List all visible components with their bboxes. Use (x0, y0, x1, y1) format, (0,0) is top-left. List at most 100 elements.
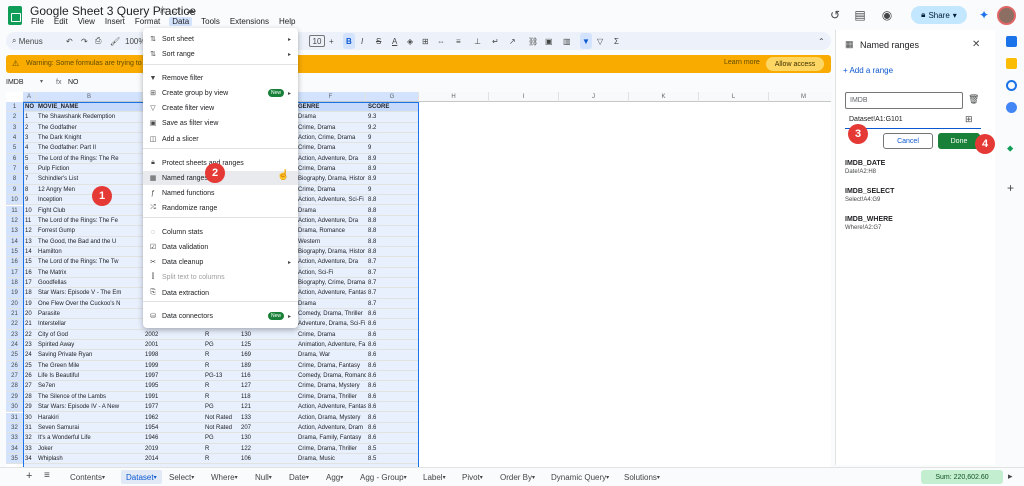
calendar-icon[interactable] (1006, 36, 1017, 47)
link-icon[interactable]: ⛓︎ (528, 33, 538, 49)
search-menus-button[interactable]: ⌕ Menus (12, 33, 43, 49)
column-header-m[interactable]: M (769, 92, 831, 102)
row-header[interactable]: 20 (6, 298, 23, 309)
rotate-icon[interactable]: ↗ (509, 33, 516, 49)
tasks-icon[interactable] (1006, 80, 1017, 91)
chart-icon[interactable]: ▥ (563, 33, 571, 49)
row-header[interactable]: 10 (6, 195, 23, 206)
done-button[interactable]: Done (938, 133, 980, 149)
keep-icon[interactable] (1006, 58, 1017, 69)
tab-select[interactable]: Select ▾ (169, 470, 194, 484)
menu-item-column-stats[interactable]: ◌ Column stats (143, 225, 298, 239)
column-header-j[interactable]: J (559, 92, 629, 102)
share-button[interactable]: 🔒︎ Share ▾ (911, 6, 967, 24)
tab-null[interactable]: Null ▾ (255, 470, 272, 484)
row-header[interactable]: 15 (6, 246, 23, 258)
valign-icon[interactable]: ⊥ (474, 33, 481, 49)
menu-item-randomize-range[interactable]: ⤮ Randomize range (143, 201, 298, 215)
tab-where[interactable]: Where ▾ (211, 470, 238, 484)
row-header[interactable]: 14 (6, 236, 23, 247)
all-sheets-icon[interactable]: ≡ (44, 470, 50, 481)
menu-insert[interactable]: Insert (104, 17, 126, 26)
range-name-input[interactable]: IMDB (845, 92, 963, 109)
row-header[interactable]: 25 (6, 350, 23, 361)
named-range-name[interactable]: IMDB_SELECT (845, 188, 894, 195)
menu-data[interactable]: Data (169, 17, 193, 26)
maps-icon[interactable]: ⬥ (1007, 143, 1013, 154)
tab-label[interactable]: Label ▾ (423, 470, 446, 484)
functions-icon[interactable]: Σ (614, 33, 619, 49)
sum-indicator[interactable]: Sum: 220,602.60 (921, 470, 1003, 484)
cloud-status-icon[interactable]: ☁ (186, 5, 195, 16)
add-sheet-icon[interactable]: + (26, 470, 32, 482)
sheets-logo-icon[interactable] (8, 6, 22, 25)
merge-icon[interactable]: ⇔ (437, 33, 445, 49)
tab-dynamic-query[interactable]: Dynamic Query ▾ (551, 470, 609, 484)
undo-icon[interactable]: ↶ (66, 33, 73, 49)
redo-icon[interactable]: ↷ (81, 33, 88, 49)
row-header[interactable]: 23 (6, 329, 23, 341)
font-size-input[interactable]: 10 (309, 35, 325, 47)
menu-file[interactable]: File (30, 17, 45, 26)
spreadsheet-grid[interactable]: ABCDEFGHIJKLMN1NOMOVIE_NAMEGENRESCORE21T… (6, 92, 831, 467)
row-header[interactable]: 4 (6, 133, 23, 144)
row-header[interactable]: 13 (6, 226, 23, 237)
tab-contents[interactable]: Contents ▾ (70, 470, 105, 484)
menu-item-add-a-slicer[interactable]: ◫ Add a slicer (143, 132, 298, 146)
row-header[interactable]: 6 (6, 153, 23, 165)
row-header[interactable]: 2 (6, 112, 23, 123)
tab-agg-group[interactable]: Agg - Group ▾ (360, 470, 407, 484)
named-range-name[interactable]: IMDB_DATE (845, 160, 885, 167)
collapse-toolbar-icon[interactable]: ⌃ (818, 33, 825, 49)
row-header[interactable]: 19 (6, 288, 23, 299)
row-header[interactable]: 32 (6, 422, 23, 434)
row-header[interactable]: 28 (6, 381, 23, 392)
menu-item-named-functions[interactable]: ƒ Named functions (143, 186, 298, 200)
add-icon[interactable]: + (1007, 181, 1014, 195)
row-header[interactable]: 31 (6, 412, 23, 423)
menu-extensions[interactable]: Extensions (229, 17, 270, 26)
menu-tools[interactable]: Tools (200, 17, 221, 26)
row-header[interactable]: 8 (6, 174, 23, 185)
comment-icon[interactable]: ▤ (853, 8, 867, 22)
add-comment-icon[interactable]: ▣ (545, 33, 553, 49)
tab-solutions[interactable]: Solutions ▾ (624, 470, 660, 484)
menu-item-data-extraction[interactable]: ⎘ Data extraction (143, 286, 298, 300)
row-header[interactable]: 30 (6, 402, 23, 413)
tab-pivot[interactable]: Pivot ▾ (462, 470, 483, 484)
row-header[interactable]: 24 (6, 340, 23, 351)
named-range-name[interactable]: IMDB_WHERE (845, 216, 893, 223)
wrap-icon[interactable]: ↵ (492, 33, 499, 49)
row-header[interactable]: 11 (6, 205, 23, 216)
row-header[interactable]: 22 (6, 319, 23, 330)
allow-access-button[interactable]: Allow access (766, 57, 824, 71)
menu-item-remove-filter[interactable]: ▼ Remove filter (143, 71, 298, 85)
tab-date[interactable]: Date ▾ (289, 470, 309, 484)
tab-agg[interactable]: Agg ▾ (326, 470, 343, 484)
row-header[interactable]: 7 (6, 164, 23, 175)
formula-input[interactable]: NO (68, 79, 79, 86)
paint-format-icon[interactable]: 🖌︎ (110, 33, 120, 49)
row-header[interactable]: 35 (6, 453, 23, 465)
menu-item-data-connectors[interactable]: ⛁ Data connectors New ▸ (143, 309, 298, 323)
chevron-down-icon[interactable]: ▾ (40, 78, 43, 85)
menu-help[interactable]: Help (278, 17, 296, 26)
row-header[interactable]: 27 (6, 371, 23, 382)
column-header-h[interactable]: H (419, 92, 489, 102)
row-header[interactable]: 29 (6, 391, 23, 403)
contacts-icon[interactable] (1006, 102, 1017, 113)
row-header[interactable]: 16 (6, 257, 23, 268)
fill-color-icon[interactable]: ◈ (407, 33, 413, 49)
tab-order-by[interactable]: Order By ▾ (500, 470, 535, 484)
menu-item-create-filter-view[interactable]: ▽ Create filter view (143, 101, 298, 115)
star-icon[interactable]: ☆ (158, 5, 167, 16)
row-header[interactable]: 1 (6, 102, 23, 113)
row-header[interactable]: 33 (6, 433, 23, 444)
menu-item-save-as-filter-view[interactable]: ▣ Save as filter view (143, 116, 298, 130)
add-range-button[interactable]: + Add a range (843, 66, 893, 75)
column-header-b[interactable]: B (36, 92, 143, 102)
menu-item-sort-range[interactable]: ⇅ Sort range ▸ (143, 47, 298, 61)
menu-item-sort-sheet[interactable]: ⇅ Sort sheet ▸ (143, 32, 298, 46)
text-color-icon[interactable]: A (392, 33, 397, 49)
menu-edit[interactable]: Edit (53, 17, 69, 26)
